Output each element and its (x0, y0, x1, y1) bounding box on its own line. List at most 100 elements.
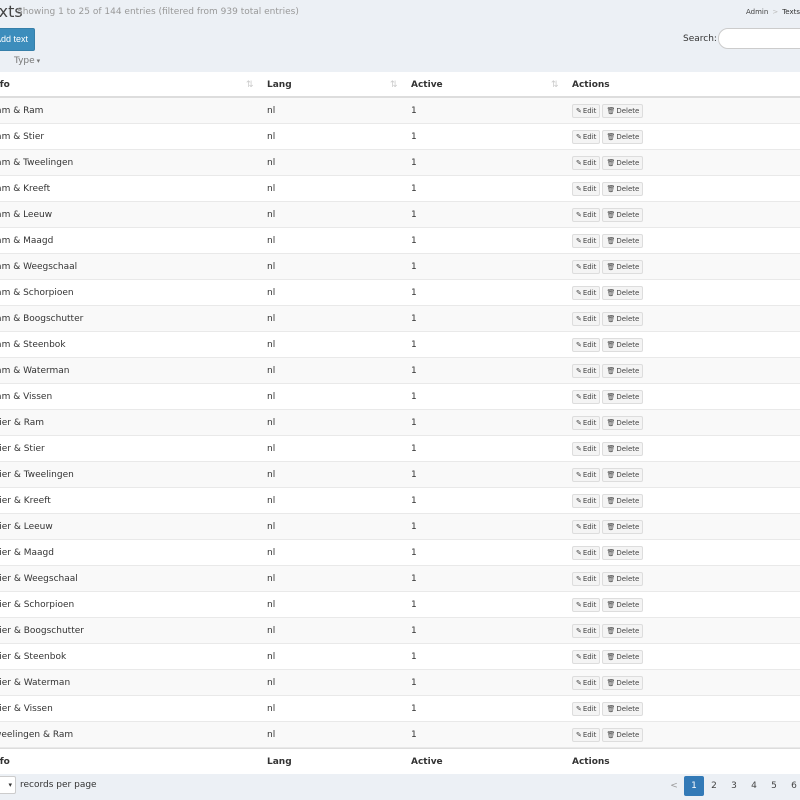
pagination-page-5[interactable]: 5 (764, 776, 784, 796)
edit-button[interactable]: ✎Edit (572, 493, 601, 508)
sort-icon[interactable]: ⇅ (551, 72, 559, 98)
edit-button[interactable]: ✎Edit (572, 363, 601, 378)
edit-button[interactable]: ✎Edit (572, 545, 601, 560)
delete-button[interactable]: 🗑Delete (602, 675, 644, 690)
edit-button[interactable]: ✎Edit (572, 207, 601, 222)
delete-button[interactable]: 🗑Delete (602, 597, 644, 612)
edit-icon: ✎ (576, 392, 582, 401)
edit-button[interactable]: ✎Edit (572, 675, 601, 690)
row-active: 1 (411, 236, 417, 246)
row-info: Stier & Kreeft (0, 496, 51, 506)
delete-button[interactable]: 🗑Delete (602, 363, 644, 378)
delete-button[interactable]: 🗑Delete (602, 415, 644, 430)
delete-button[interactable]: 🗑Delete (602, 623, 644, 638)
delete-button[interactable]: 🗑Delete (602, 259, 644, 274)
edit-button[interactable]: ✎Edit (572, 701, 601, 716)
add-text-button[interactable]: Add text (0, 28, 35, 51)
table-row: Stier & Schorpioennl1✎Edit🗑Delete (0, 592, 800, 618)
breadcrumb-admin-link[interactable]: Admin (746, 8, 768, 16)
edit-button[interactable]: ✎Edit (572, 649, 601, 664)
page-length-select[interactable]: 25▾ (0, 776, 16, 794)
delete-label: Delete (616, 470, 640, 479)
edit-label: Edit (582, 340, 597, 349)
delete-button[interactable]: 🗑Delete (602, 207, 644, 222)
delete-label: Delete (616, 730, 640, 739)
edit-button[interactable]: ✎Edit (572, 467, 601, 482)
delete-button[interactable]: 🗑Delete (602, 727, 644, 742)
edit-button[interactable]: ✎Edit (572, 311, 601, 326)
delete-button[interactable]: 🗑Delete (602, 519, 644, 534)
edit-label: Edit (582, 574, 597, 583)
delete-button[interactable]: 🗑Delete (602, 649, 644, 664)
delete-button[interactable]: 🗑Delete (602, 389, 644, 404)
row-active: 1 (411, 678, 417, 688)
sort-icon[interactable]: ⇅ (390, 72, 398, 98)
edit-icon: ✎ (576, 704, 582, 713)
pagination-page-1[interactable]: 1 (684, 776, 704, 796)
delete-button[interactable]: 🗑Delete (602, 493, 644, 508)
edit-button[interactable]: ✎Edit (572, 155, 601, 170)
edit-button[interactable]: ✎Edit (572, 129, 601, 144)
edit-button[interactable]: ✎Edit (572, 259, 601, 274)
row-active: 1 (411, 262, 417, 272)
edit-button[interactable]: ✎Edit (572, 519, 601, 534)
edit-label: Edit (582, 366, 597, 375)
edit-button[interactable]: ✎Edit (572, 415, 601, 430)
sort-icon[interactable]: ⇅ (246, 72, 254, 98)
delete-button[interactable]: 🗑Delete (602, 233, 644, 248)
delete-button[interactable]: 🗑Delete (602, 311, 644, 326)
delete-button[interactable]: 🗑Delete (602, 571, 644, 586)
delete-label: Delete (616, 678, 640, 687)
edit-icon: ✎ (576, 470, 582, 479)
pagination-prev[interactable]: < (664, 776, 684, 796)
pagination-page-4[interactable]: 4 (744, 776, 764, 796)
row-active: 1 (411, 730, 417, 740)
edit-icon: ✎ (576, 626, 582, 635)
delete-button[interactable]: 🗑Delete (602, 181, 644, 196)
table-row: Stier & Tweelingennl1✎Edit🗑Delete (0, 462, 800, 488)
trash-icon: 🗑 (606, 184, 616, 193)
edit-button[interactable]: ✎Edit (572, 233, 601, 248)
column-header-active[interactable]: Active (411, 72, 443, 98)
row-active: 1 (411, 548, 417, 558)
edit-button[interactable]: ✎Edit (572, 623, 601, 638)
delete-button[interactable]: 🗑Delete (602, 337, 644, 352)
delete-button[interactable]: 🗑Delete (602, 129, 644, 144)
row-lang: nl (267, 106, 276, 116)
pagination-page-2[interactable]: 2 (704, 776, 724, 796)
delete-button[interactable]: 🗑Delete (602, 467, 644, 482)
edit-button[interactable]: ✎Edit (572, 441, 601, 456)
table-footer-controls: 25▾ records per page < 1 2 3 4 5 6 (0, 772, 800, 800)
search-input[interactable] (718, 28, 800, 49)
delete-button[interactable]: 🗑Delete (602, 701, 644, 716)
row-active: 1 (411, 522, 417, 532)
delete-button[interactable]: 🗑Delete (602, 441, 644, 456)
edit-icon: ✎ (576, 730, 582, 739)
edit-label: Edit (582, 262, 597, 271)
row-actions: ✎Edit 🗑Delete (572, 514, 645, 540)
search-label: Search: (683, 34, 717, 44)
edit-button[interactable]: ✎Edit (572, 389, 601, 404)
edit-button[interactable]: ✎Edit (572, 597, 601, 612)
row-active: 1 (411, 132, 417, 142)
edit-button[interactable]: ✎Edit (572, 181, 601, 196)
edit-label: Edit (582, 288, 597, 297)
edit-button[interactable]: ✎Edit (572, 285, 601, 300)
column-header-lang[interactable]: Lang (267, 72, 292, 98)
delete-button[interactable]: 🗑Delete (602, 155, 644, 170)
delete-button[interactable]: 🗑Delete (602, 103, 644, 118)
pagination-page-6[interactable]: 6 (784, 776, 800, 796)
delete-button[interactable]: 🗑Delete (602, 545, 644, 560)
row-lang: nl (267, 548, 276, 558)
column-header-info[interactable]: Info (0, 72, 10, 98)
edit-button[interactable]: ✎Edit (572, 571, 601, 586)
row-info: Ram & Schorpioen (0, 288, 74, 298)
edit-button[interactable]: ✎Edit (572, 103, 601, 118)
row-actions: ✎Edit 🗑Delete (572, 98, 645, 124)
delete-button[interactable]: 🗑Delete (602, 285, 644, 300)
trash-icon: 🗑 (606, 496, 616, 505)
edit-button[interactable]: ✎Edit (572, 337, 601, 352)
edit-button[interactable]: ✎Edit (572, 727, 601, 742)
pagination-page-3[interactable]: 3 (724, 776, 744, 796)
type-filter-dropdown[interactable]: Type ▾ (14, 56, 40, 66)
